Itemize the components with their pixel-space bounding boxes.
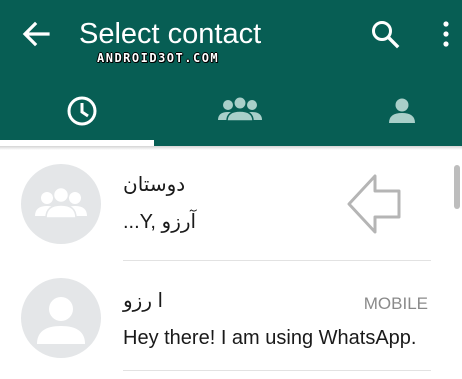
search-button[interactable] [368,17,402,51]
overflow-menu-button[interactable] [436,17,456,51]
row-divider [123,260,431,261]
tab-contacts[interactable] [380,90,424,134]
app-bar-shadow [0,146,462,150]
group-avatar-icon [35,186,87,219]
group-avatar [21,164,101,244]
contact-subtitle: ...Y, آرزو [123,211,197,233]
arrow-back-icon [22,21,50,47]
row-divider [123,370,431,371]
person-icon [389,98,415,123]
pointer-arrow-left-icon [347,174,401,234]
more-vertical-icon [443,21,449,47]
clock-icon [67,96,97,126]
phone-type-label: MOBILE [363,294,428,313]
watermark-text: ANDROID3OT.COM [97,51,220,65]
contact-name: دوستان [123,174,186,196]
person-avatar [21,278,101,358]
back-button[interactable] [18,16,54,52]
group-icon [218,96,262,122]
contact-row[interactable]: ا رزو MOBILE Hey there! I am using Whats… [0,262,462,372]
person-avatar-icon [37,297,85,344]
page-title: Select contact [79,18,262,50]
search-icon [372,21,400,49]
app-bar: Select contact ANDROID3OT.COM [0,0,462,146]
contact-status: Hey there! I am using WhatsApp. [123,327,417,349]
contact-name: ا رزو [123,290,164,312]
tab-groups[interactable] [214,90,266,134]
scrollbar[interactable] [454,165,460,209]
tab-recent[interactable] [60,90,104,134]
